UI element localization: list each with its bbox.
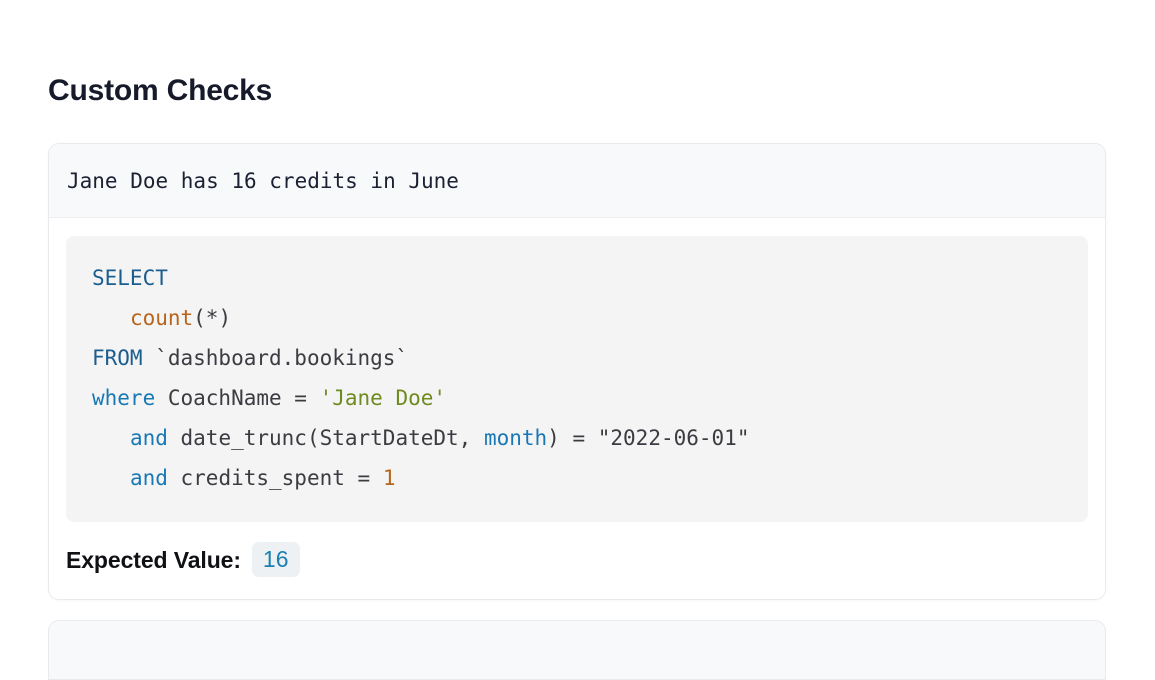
sql-token-kw2: month — [483, 426, 548, 450]
code-line: and date_trunc(StartDateDt, month) = "20… — [92, 418, 1062, 458]
sql-token-plain: CoachName = — [155, 386, 320, 410]
sql-token-str: 'Jane Doe' — [319, 386, 447, 410]
code-line: FROM `dashboard.bookings` — [92, 338, 1062, 378]
check-title: Jane Doe has 16 credits in June — [49, 144, 1105, 218]
expected-value-row: Expected Value: 16 — [49, 522, 1105, 599]
code-line: count(*) — [92, 298, 1062, 338]
custom-checks-page: Custom Checks Jane Doe has 16 credits in… — [0, 0, 1155, 680]
code-line: where CoachName = 'Jane Doe' — [92, 378, 1062, 418]
sql-token-plain — [92, 306, 130, 330]
code-line: SELECT — [92, 258, 1062, 298]
sql-token-num: 1 — [382, 466, 396, 490]
sql-token-fn: count — [129, 306, 194, 330]
sql-token-plain: `dashboard.bookings` — [142, 346, 409, 370]
sql-token-plain — [92, 426, 130, 450]
sql-token-plain: date_trunc(StartDateDt, — [167, 426, 484, 450]
sql-token-plain: credits_spent = — [167, 466, 383, 490]
custom-check-card: Jane Doe has 16 credits in June SELECT c… — [48, 143, 1106, 600]
expected-value-badge: 16 — [251, 542, 300, 577]
sql-token-plain: (*) — [193, 306, 232, 330]
sql-code-block[interactable]: SELECT count(*) FROM `dashboard.bookings`… — [66, 236, 1088, 522]
sql-token-kw2: and — [129, 426, 168, 450]
code-line: and credits_spent = 1 — [92, 458, 1062, 498]
sql-token-kw: SELECT — [92, 266, 168, 290]
page-title: Custom Checks — [48, 74, 273, 108]
sql-token-plain: ) = "2022-06-01" — [547, 426, 750, 450]
sql-token-plain — [92, 466, 130, 490]
check-body: SELECT count(*) FROM `dashboard.bookings`… — [49, 218, 1105, 522]
expected-value-label: Expected Value: — [66, 546, 241, 573]
sql-token-kw: FROM — [92, 346, 143, 370]
next-check-card[interactable] — [48, 620, 1106, 680]
sql-token-kw2: where — [92, 386, 156, 410]
sql-token-kw2: and — [129, 466, 168, 490]
